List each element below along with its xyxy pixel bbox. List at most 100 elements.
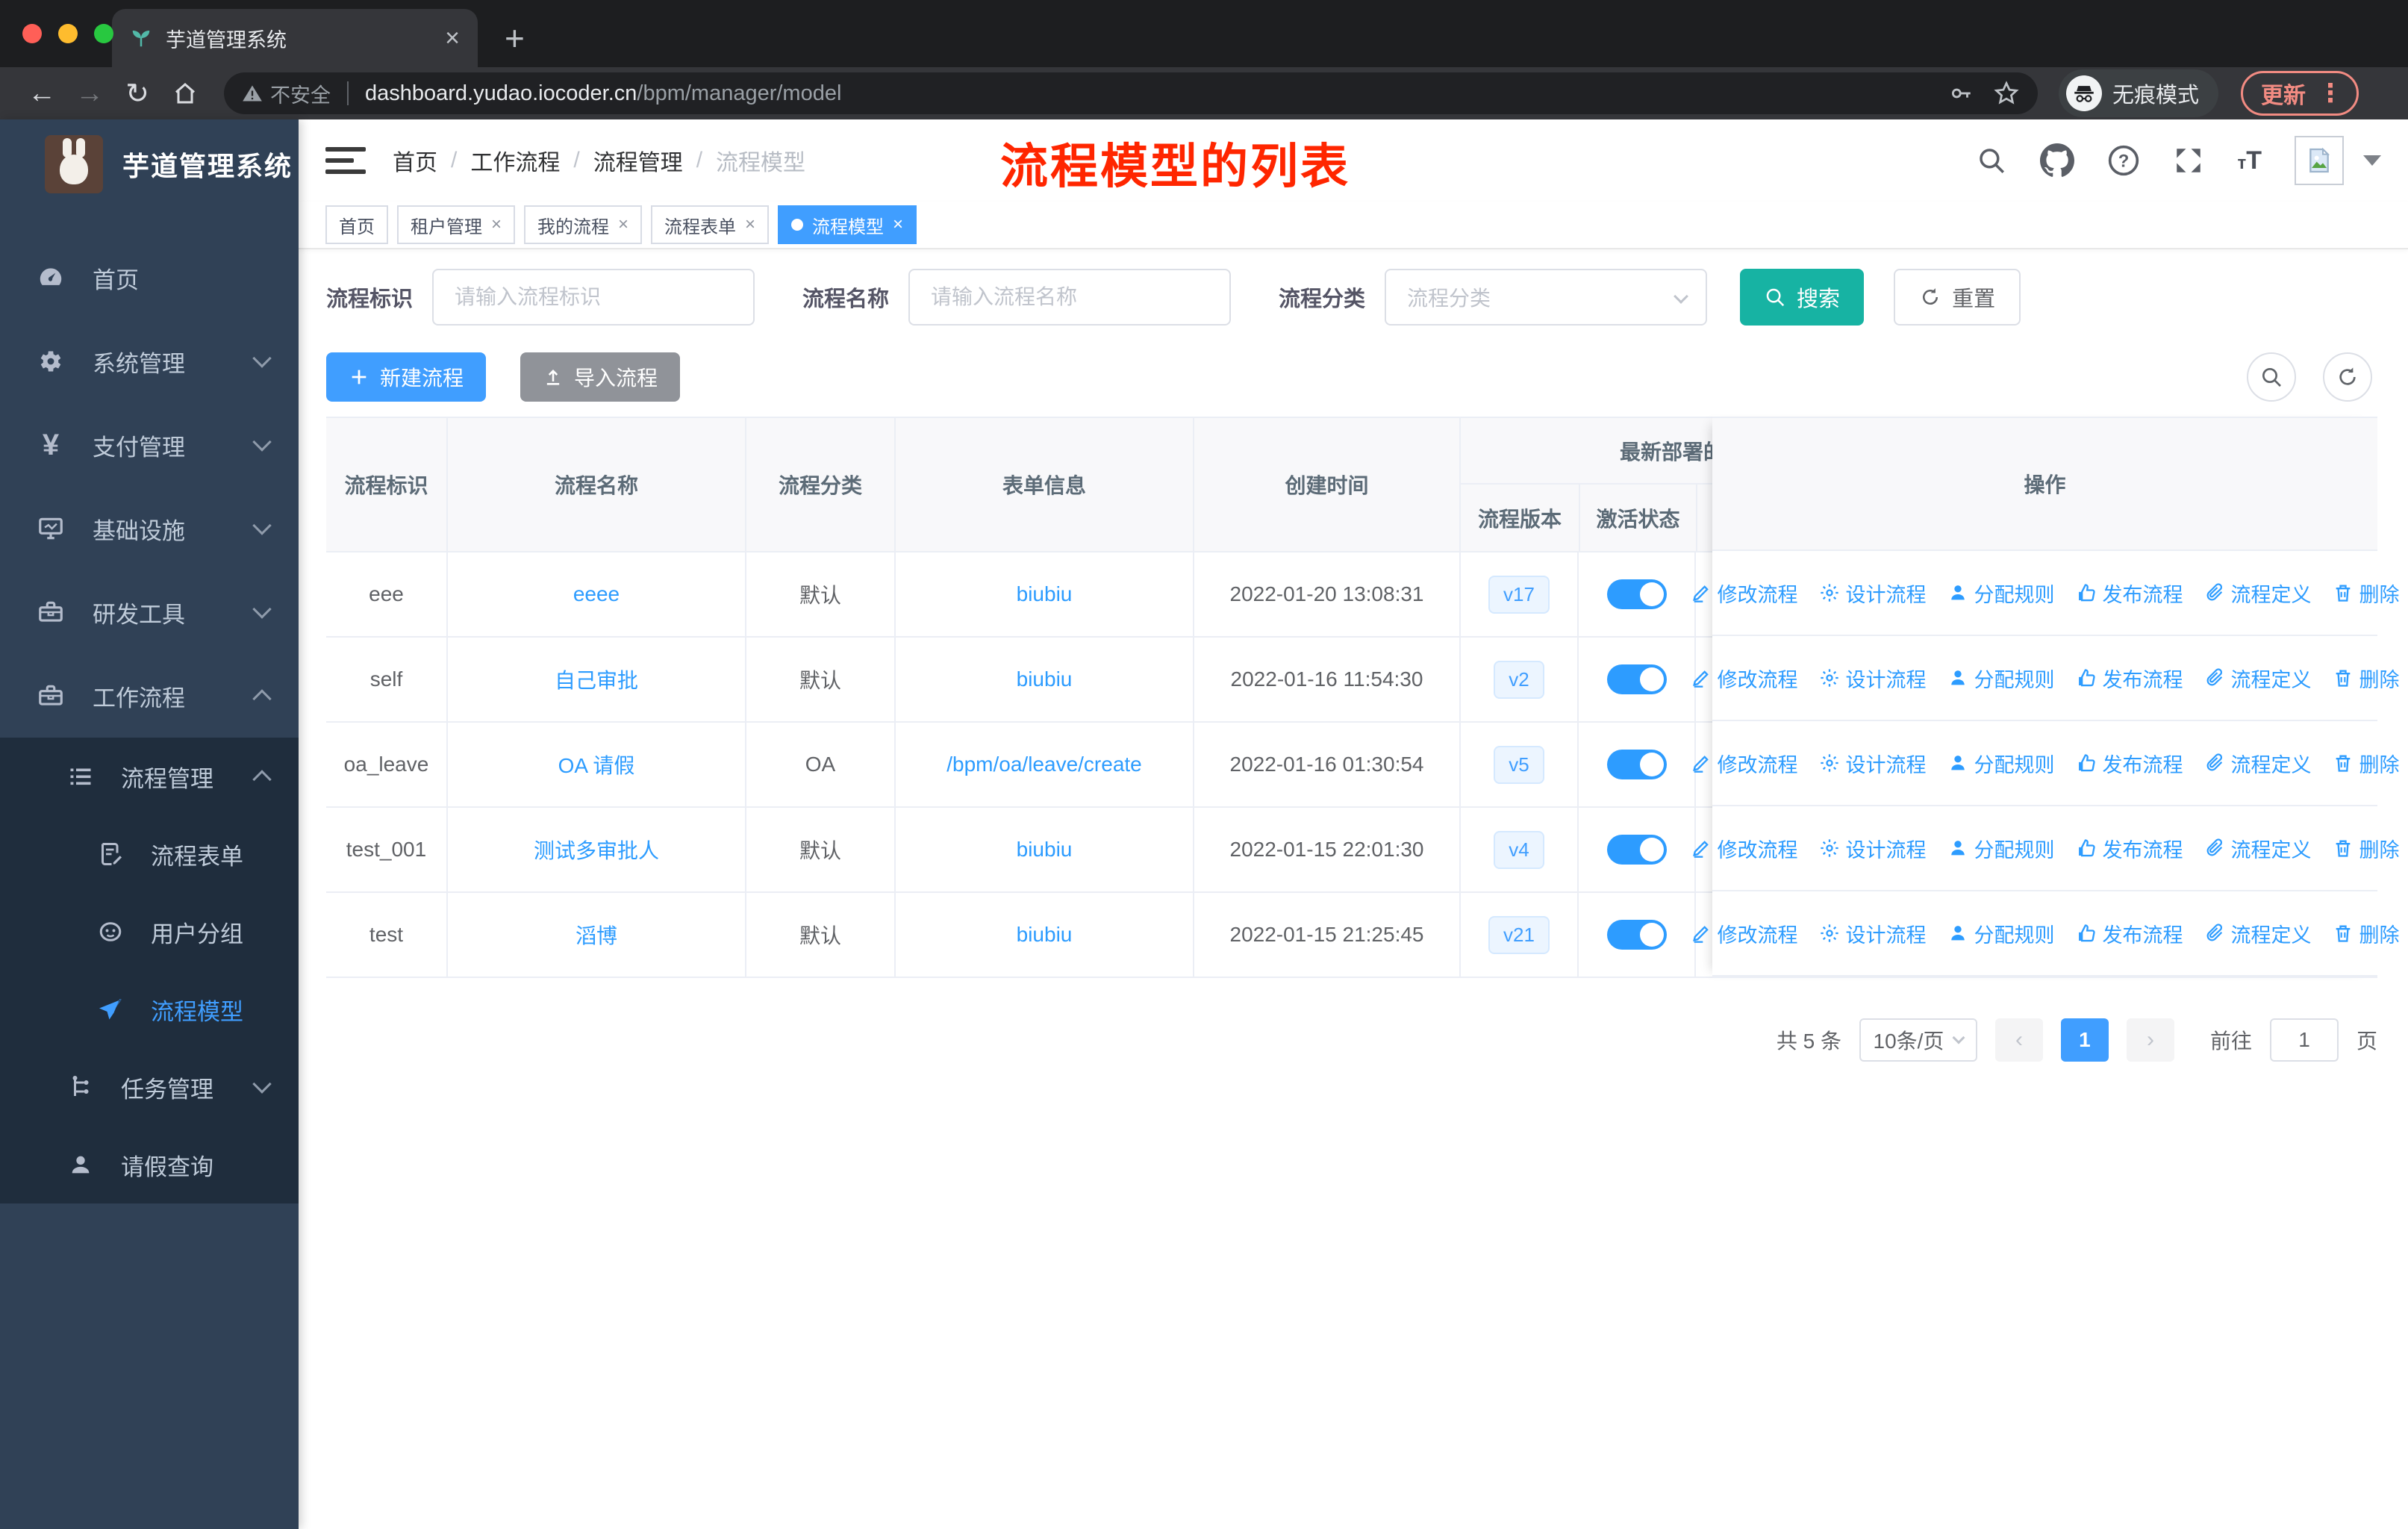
design-process-link[interactable]: 设计流程 — [1819, 749, 1927, 778]
sidebar-item-task-mgmt[interactable]: 任务管理 — [0, 1048, 299, 1126]
tag-process-form[interactable]: 流程表单 × — [651, 205, 770, 244]
cell-form-link[interactable]: biubiu — [1017, 923, 1073, 947]
reload-button[interactable]: ↻ — [116, 77, 158, 110]
edit-process-link[interactable]: 修改流程 — [1691, 664, 1798, 693]
assign-rule-link[interactable]: 分配规则 — [1947, 834, 2055, 863]
active-toggle[interactable] — [1606, 920, 1667, 950]
home-button[interactable] — [164, 78, 206, 110]
delete-link[interactable]: 删除 — [2333, 664, 2400, 693]
new-tab-button[interactable]: + — [505, 21, 525, 55]
close-window-button[interactable] — [22, 24, 42, 43]
fullscreen-icon[interactable] — [2173, 145, 2204, 176]
minimize-window-button[interactable] — [58, 24, 78, 43]
tag-process-model[interactable]: 流程模型 × — [778, 205, 917, 244]
current-page[interactable]: 1 — [2060, 1018, 2109, 1062]
browser-tab[interactable]: 芋道管理系统 × — [112, 9, 478, 67]
prev-page-button[interactable]: ‹ — [1994, 1018, 2043, 1062]
cell-process-name-link[interactable]: 测试多审批人 — [534, 835, 659, 865]
publish-process-link[interactable]: 发布流程 — [2076, 664, 2183, 693]
refresh-table-button[interactable] — [2323, 352, 2372, 402]
sidebar-item-devtools[interactable]: 研发工具 — [0, 570, 299, 654]
sidebar-item-user-group[interactable]: 用户分组 — [0, 893, 299, 971]
design-process-link[interactable]: 设计流程 — [1819, 664, 1927, 693]
bookmark-star-icon[interactable] — [1993, 80, 2020, 107]
search-button[interactable]: 搜索 — [1740, 269, 1865, 326]
security-chip[interactable]: 不安全 — [242, 79, 331, 108]
sidebar-item-process-mgmt[interactable]: 流程管理 — [0, 738, 299, 815]
active-toggle[interactable] — [1606, 579, 1667, 609]
tag-my-process[interactable]: 我的流程 × — [524, 205, 643, 244]
edit-process-link[interactable]: 修改流程 — [1691, 834, 1798, 863]
password-key-icon[interactable] — [1948, 81, 1974, 106]
process-name-input[interactable] — [908, 269, 1232, 326]
avatar[interactable] — [2295, 136, 2344, 185]
sidebar-item-payment[interactable]: ¥ 支付管理 — [0, 403, 299, 487]
url-text[interactable]: dashboard.yudao.iocoder.cn/bpm/manager/m… — [365, 81, 1938, 106]
sidebar-item-system[interactable]: 系统管理 — [0, 320, 299, 403]
breadcrumb-workflow[interactable]: 工作流程 — [470, 144, 560, 177]
assign-rule-link[interactable]: 分配规则 — [1947, 579, 2055, 608]
active-toggle[interactable] — [1606, 664, 1667, 694]
process-definition-link[interactable]: 流程定义 — [2204, 749, 2312, 778]
design-process-link[interactable]: 设计流程 — [1819, 919, 1927, 948]
next-page-button[interactable]: › — [2126, 1018, 2174, 1062]
process-definition-link[interactable]: 流程定义 — [2204, 664, 2312, 693]
sidebar-item-process-model[interactable]: 流程模型 — [0, 971, 299, 1048]
reset-button[interactable]: 重置 — [1894, 269, 2021, 326]
search-icon[interactable] — [1976, 145, 2007, 176]
font-size-icon[interactable]: тT — [2237, 146, 2262, 175]
collapse-sidebar-icon[interactable] — [325, 147, 366, 174]
tag-home[interactable]: 首页 — [325, 205, 388, 244]
import-process-button[interactable]: 导入流程 — [520, 352, 681, 402]
help-icon[interactable] — [2107, 144, 2140, 177]
edit-process-link[interactable]: 修改流程 — [1691, 749, 1798, 778]
forward-button[interactable]: → — [69, 78, 110, 110]
browser-menu-icon[interactable]: ⋮ — [2318, 78, 2343, 108]
publish-process-link[interactable]: 发布流程 — [2076, 749, 2183, 778]
process-definition-link[interactable]: 流程定义 — [2204, 579, 2312, 608]
tag-tenant[interactable]: 租户管理 × — [397, 205, 516, 244]
delete-link[interactable]: 删除 — [2333, 919, 2400, 948]
active-toggle[interactable] — [1606, 750, 1667, 779]
avatar-caret-icon[interactable] — [2363, 155, 2381, 166]
edit-process-link[interactable]: 修改流程 — [1691, 919, 1798, 948]
close-icon[interactable]: × — [491, 214, 502, 235]
sidebar-item-home[interactable]: 首页 — [0, 236, 299, 320]
cell-form-link[interactable]: biubiu — [1017, 582, 1073, 606]
cell-process-name-link[interactable]: eeee — [573, 582, 620, 606]
assign-rule-link[interactable]: 分配规则 — [1947, 664, 2055, 693]
process-definition-link[interactable]: 流程定义 — [2204, 834, 2312, 863]
cell-form-link[interactable]: /bpm/oa/leave/create — [946, 753, 1142, 776]
close-icon[interactable]: × — [893, 214, 903, 235]
cell-process-name-link[interactable]: OA 请假 — [558, 750, 635, 779]
back-button[interactable]: ← — [21, 78, 63, 110]
goto-page-input[interactable] — [2269, 1018, 2339, 1062]
active-toggle[interactable] — [1606, 835, 1667, 865]
cell-process-name-link[interactable]: 自己审批 — [555, 664, 638, 694]
close-icon[interactable]: × — [745, 214, 755, 235]
sidebar-logo[interactable]: 芋道管理系统 — [0, 119, 299, 209]
process-category-select[interactable]: 流程分类 — [1385, 269, 1708, 326]
page-size-select[interactable]: 10条/页 — [1859, 1018, 1977, 1062]
close-icon[interactable]: × — [618, 214, 628, 235]
publish-process-link[interactable]: 发布流程 — [2076, 919, 2183, 948]
sidebar-item-workflow[interactable]: 工作流程 — [0, 654, 299, 738]
maximize-window-button[interactable] — [94, 24, 113, 43]
sidebar-item-infra[interactable]: 基础设施 — [0, 487, 299, 570]
design-process-link[interactable]: 设计流程 — [1819, 834, 1927, 863]
breadcrumb-home[interactable]: 首页 — [393, 144, 437, 177]
window-controls[interactable] — [22, 24, 113, 43]
assign-rule-link[interactable]: 分配规则 — [1947, 919, 2055, 948]
delete-link[interactable]: 删除 — [2333, 834, 2400, 863]
cell-form-link[interactable]: biubiu — [1017, 667, 1073, 691]
breadcrumb-process-mgmt[interactable]: 流程管理 — [593, 144, 683, 177]
sidebar-item-leave-query[interactable]: 请假查询 — [0, 1126, 299, 1203]
publish-process-link[interactable]: 发布流程 — [2076, 579, 2183, 608]
design-process-link[interactable]: 设计流程 — [1819, 579, 1927, 608]
address-bar[interactable]: 不安全 dashboard.yudao.iocoder.cn/bpm/manag… — [224, 72, 2038, 114]
process-key-input[interactable] — [432, 269, 755, 326]
delete-link[interactable]: 删除 — [2333, 579, 2400, 608]
tab-close-icon[interactable]: × — [445, 25, 460, 51]
publish-process-link[interactable]: 发布流程 — [2076, 834, 2183, 863]
github-icon[interactable] — [2040, 143, 2074, 178]
